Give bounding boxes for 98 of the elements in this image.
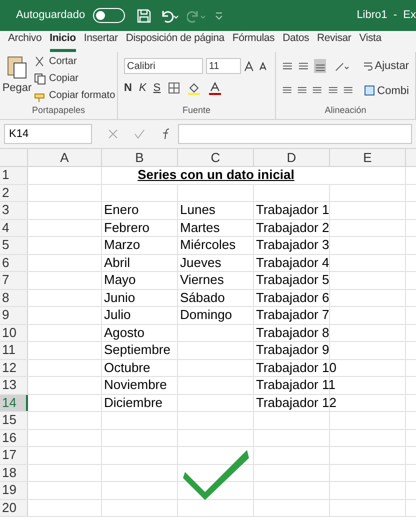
formula-field[interactable]	[178, 124, 412, 144]
ribbon-tab[interactable]: Fórmulas	[232, 31, 275, 52]
name-box[interactable]: K14	[4, 124, 92, 144]
group-label: Alineación	[324, 104, 368, 116]
table-cell: Trabajador 12	[256, 394, 336, 410]
column-header[interactable]: B	[102, 149, 178, 166]
row-header[interactable]: 16	[0, 430, 28, 446]
table-cell: Trabajador 2	[256, 220, 330, 234]
row-header[interactable]: 11	[0, 342, 28, 358]
column-header[interactable]: D	[254, 149, 330, 166]
save-icon[interactable]	[137, 8, 152, 22]
table-cell: Lunes	[180, 202, 216, 217]
table-cell: Trabajador 5	[256, 272, 330, 287]
group-label: Portapapeles	[30, 104, 86, 117]
table-cell: Julio	[104, 307, 131, 322]
row-header[interactable]: 8	[0, 290, 28, 306]
table-cell: Mayo	[104, 272, 136, 287]
row-header[interactable]: 12	[0, 360, 28, 376]
window-title: Libro1 - Ex	[356, 8, 416, 24]
font-size-field[interactable]: 11	[206, 58, 242, 74]
table-cell: Trabajador 7	[256, 307, 330, 322]
column-header[interactable]: E	[330, 149, 406, 166]
table-cell: Trabajador 1	[256, 202, 330, 217]
ribbon-tab[interactable]: Archivo	[8, 31, 42, 52]
cut-button[interactable]: Cortar	[34, 54, 116, 69]
group-label: Fuente	[181, 104, 212, 116]
borders-icon[interactable]	[168, 82, 180, 94]
orientation-icon[interactable]	[335, 60, 350, 72]
table-cell: Trabajador 4	[256, 254, 330, 270]
ribbon-tab[interactable]: Vista	[359, 31, 382, 52]
autosave-label: Autoguardado	[16, 8, 86, 24]
row-header[interactable]: 1	[0, 167, 28, 184]
shrink-font-icon[interactable]	[259, 61, 270, 71]
table-cell: Trabajador 6	[256, 290, 330, 304]
font-name-field[interactable]: Calibri	[124, 58, 203, 74]
font-color-icon[interactable]	[208, 82, 222, 95]
insert-function-icon[interactable]	[161, 128, 172, 140]
table-cell: Septiembre	[104, 342, 170, 357]
table-cell: Domingo	[180, 307, 232, 322]
scissors-icon	[34, 56, 46, 68]
copy-button[interactable]: Copiar	[34, 71, 116, 86]
table-cell: Trabajador 8	[256, 324, 330, 340]
row-header[interactable]: 20	[0, 500, 28, 516]
ribbon-tab[interactable]: Disposición de página	[126, 31, 224, 52]
row-header[interactable]: 5	[0, 237, 28, 254]
table-cell: Noviembre	[104, 377, 167, 392]
table-cell: Abril	[104, 254, 130, 270]
table-cell: Agosto	[104, 324, 144, 340]
table-cell: Enero	[104, 202, 139, 217]
row-header[interactable]: 18	[0, 464, 28, 481]
customize-icon[interactable]	[215, 10, 224, 20]
row-header[interactable]: 4	[0, 220, 28, 236]
merge-cells-icon	[364, 85, 376, 96]
table-cell: Trabajador 10	[256, 360, 336, 374]
fill-color-icon[interactable]	[186, 82, 201, 95]
merge-button[interactable]: Combi	[364, 82, 409, 99]
row-header[interactable]: 2	[0, 184, 28, 201]
sheet-title: Series con un dato inicial	[136, 167, 296, 184]
copy-icon	[34, 72, 46, 84]
row-header[interactable]: 3	[0, 202, 28, 218]
table-cell: Junio	[104, 290, 136, 304]
table-cell: Viernes	[180, 272, 224, 287]
row-header[interactable]: 10	[0, 324, 28, 341]
row-header[interactable]: 7	[0, 272, 28, 288]
bold-button[interactable]: N	[124, 80, 132, 96]
align-bottom-icon[interactable]	[314, 59, 326, 74]
table-cell: Diciembre	[104, 394, 163, 410]
row-header[interactable]: 14	[0, 394, 28, 411]
table-cell: Martes	[180, 220, 220, 234]
column-header[interactable]: C	[178, 149, 254, 166]
row-header[interactable]: 19	[0, 482, 28, 498]
table-cell: Sábado	[180, 290, 225, 304]
ribbon-tab[interactable]: Datos	[282, 31, 310, 52]
table-cell: Trabajador 11	[256, 377, 336, 392]
row-header[interactable]: 17	[0, 447, 28, 464]
wrap-text-icon	[362, 61, 373, 72]
wrap-text-button[interactable]: Ajustar	[362, 58, 409, 74]
align-middle-icon[interactable]	[298, 60, 309, 72]
paste-button[interactable]: Pegar	[0, 52, 34, 104]
row-header[interactable]: 6	[0, 254, 28, 271]
table-cell: Febrero	[104, 220, 150, 234]
italic-button[interactable]: K	[138, 80, 146, 96]
table-cell: Octubre	[104, 360, 150, 374]
autosave-toggle[interactable]	[93, 8, 126, 23]
row-header[interactable]: 15	[0, 412, 28, 428]
table-cell: Miércoles	[180, 237, 236, 252]
ribbon-tab[interactable]: Revisar	[317, 31, 352, 52]
column-header[interactable]: A	[28, 149, 102, 166]
ribbon-tab[interactable]: Insertar	[84, 31, 118, 52]
row-header[interactable]: 13	[0, 377, 28, 394]
format-painter-button[interactable]: Copiar formato	[34, 88, 116, 103]
align-top-icon[interactable]	[282, 60, 293, 72]
table-cell: Jueves	[180, 254, 222, 270]
table-cell: Trabajador 9	[256, 342, 330, 357]
underline-button[interactable]: S	[153, 80, 161, 96]
table-cell: Trabajador 3	[256, 237, 330, 252]
table-cell: Marzo	[104, 237, 140, 252]
row-header[interactable]: 9	[0, 307, 28, 324]
